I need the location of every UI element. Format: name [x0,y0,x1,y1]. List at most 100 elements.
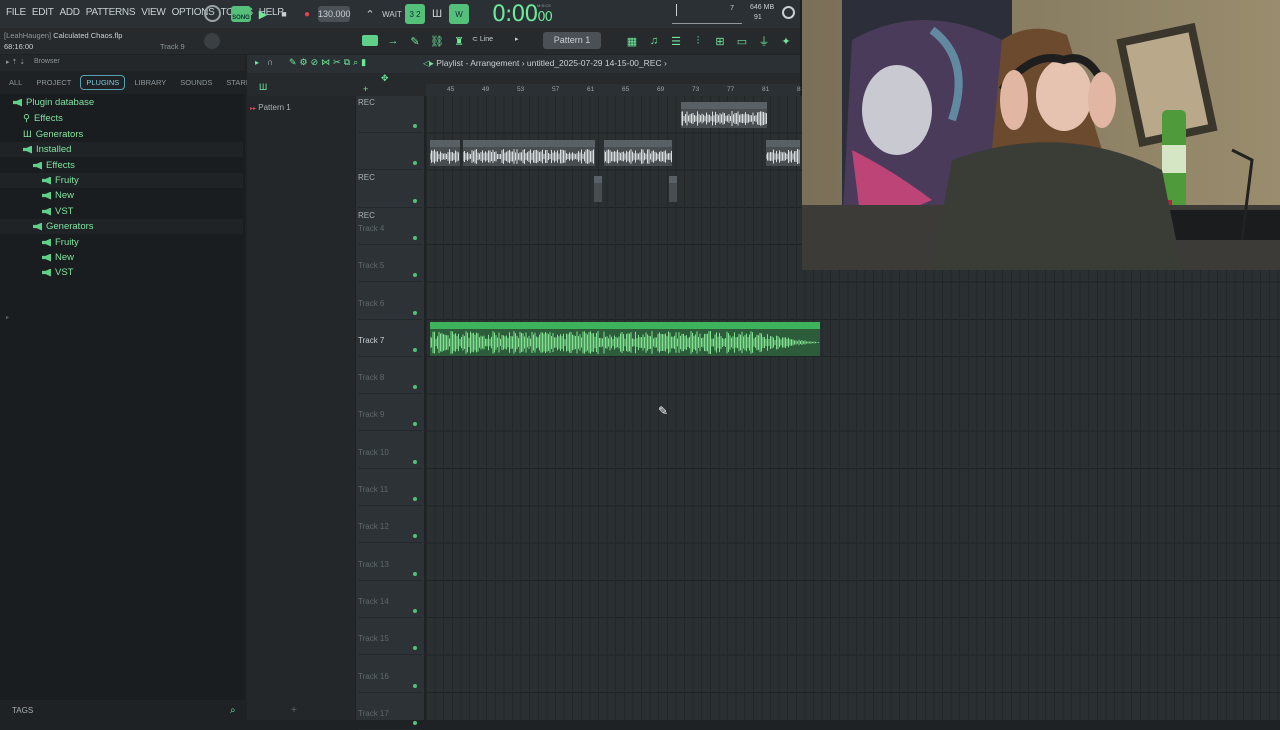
track-header[interactable]: Track 6 [358,283,422,320]
power-icon[interactable] [782,6,795,19]
tab-all[interactable]: ALL [4,76,27,89]
master-volume-knob[interactable] [204,5,221,22]
track-header[interactable]: REC [358,171,422,220]
track-enable-led[interactable] [413,422,417,427]
track-header[interactable]: Track 11 [358,469,422,506]
track-header[interactable]: Track 5 [358,245,422,283]
channel-rack-icon[interactable]: ☰ [666,31,686,51]
track-enable-led[interactable] [413,310,417,315]
pattern-item[interactable]: ▸▸ Pattern 1 [250,103,291,112]
tree-item-effects[interactable]: ⚲ Effects [23,111,63,126]
track-header[interactable]: Track 10 [358,432,422,469]
play-button[interactable]: ▶ [253,4,273,24]
stamp-icon[interactable]: ♜ [449,31,469,51]
tree-item-effects-vst[interactable]: VST [42,204,73,219]
track-enable-led[interactable] [413,198,417,203]
snap-select[interactable]: ⊂ Line ▸ [472,35,519,43]
tree-item-generators-vst[interactable]: VST [42,265,73,280]
track-enable-led[interactable] [413,235,417,240]
track-header[interactable]: Track 9 [358,394,422,432]
track-header[interactable]: Track 4 [358,208,422,245]
tree-icon[interactable]: ⊞ [710,31,730,51]
tree-item-installed-generators[interactable]: Generators [33,219,94,234]
tags-bar[interactable]: TAGS ⌕ [0,702,245,720]
tempo-display[interactable]: 130.000 [318,6,351,22]
track-enable-led[interactable] [413,385,417,390]
plug-icon[interactable]: ⏚ [754,31,774,51]
track-enable-led[interactable] [413,273,417,278]
track-enable-led[interactable] [413,571,417,576]
link-icon[interactable]: ⛓ [427,31,447,51]
track-header[interactable]: Track 15 [358,618,422,656]
pattern-selector[interactable]: Pattern 1 [543,32,601,49]
track-enable-led[interactable] [413,683,417,688]
track-enable-led[interactable] [413,534,417,539]
menu-patterns[interactable]: PATTERNS [86,7,136,18]
metronome-icon[interactable]: ⌃ [360,4,380,24]
clip-fragment[interactable] [669,176,677,202]
record-button[interactable]: ● [297,4,317,24]
help-icon[interactable]: ✦ [776,31,796,51]
picker-toggle-icon[interactable]: Ш [259,82,267,92]
tree-item-effects-new[interactable]: New [42,188,74,203]
track-header[interactable]: Track 12 [358,506,422,544]
menu-add[interactable]: ADD [60,7,81,18]
tree-item-generators-fruity[interactable]: Fruity [42,235,79,250]
add-track-icon[interactable]: + [363,84,368,94]
countdown-icon[interactable]: 3 2 [405,4,425,24]
tree-item-installed-effects[interactable]: Effects [33,158,75,173]
menu-file[interactable]: FILE [6,7,26,18]
magnet-icon[interactable]: ∩ [267,57,273,67]
audio-clip[interactable]: ⊩ untitled...49_REC [604,140,672,166]
tree-item-plugin-database[interactable]: Plugin database [13,95,94,110]
loop-record-icon[interactable]: W [449,4,469,24]
track-enable-led[interactable] [413,608,417,613]
audio-clip[interactable]: ⊩ untitled_2025-07-29 14-01-58_REC [463,140,595,166]
snap-icon[interactable] [362,35,378,46]
search-icon[interactable]: ⌕ [230,705,236,716]
tree-item-installed[interactable]: Installed [23,142,71,157]
audio-clip[interactable]: ⊩ [Free For Profit] Sampled x Ski Mask T… [430,322,820,356]
track-header[interactable]: REC [358,96,422,133]
step-edit-icon[interactable]: Ш [427,4,447,24]
tree-item-generators[interactable]: Ш Generators [23,127,83,142]
tab-plugins[interactable]: PLUGINS [80,74,126,90]
track-enable-led[interactable] [413,459,417,464]
track-enable-led[interactable] [413,124,417,128]
audio-clip[interactable]: ⊩ unt...C [430,140,460,166]
tab-project[interactable]: PROJECT [31,76,76,89]
track-enable-led[interactable] [413,161,417,166]
track-header[interactable]: Track 16 [358,656,422,693]
mixer-icon[interactable]: ⫶ [688,31,708,51]
track-header[interactable]: Track 7 [358,320,422,357]
playlist-icon[interactable]: ▦ [622,31,642,51]
clipboard-icon[interactable]: ▭ [732,31,752,51]
piano-roll-icon[interactable]: ♫ [644,31,664,51]
playlist-tools[interactable]: ✎⚙⊘⋈✂⧉⌕▮ [289,57,369,68]
track-header[interactable]: Track 17 [358,693,422,730]
browser-arrows-icon[interactable]: ▸ ⇡ ⇣ [6,58,25,66]
stop-button[interactable]: ■ [274,4,294,24]
main-pitch-knob[interactable] [204,33,220,49]
brush-icon[interactable]: ✎ [405,31,425,51]
tree-item-generators-new[interactable]: New [42,250,74,265]
track-enable-led[interactable] [413,720,417,725]
zoom-icon[interactable]: ✥ [381,73,389,84]
clip-fragment[interactable] [594,176,602,202]
track-enable-led[interactable] [413,497,417,501]
tab-sounds[interactable]: SOUNDS [175,76,217,89]
song-mode-toggle[interactable]: SONG [231,6,251,22]
track-header[interactable]: REC [358,133,422,182]
wait-input-icon[interactable]: WAIT [382,4,402,24]
track-enable-led[interactable] [413,347,417,352]
arrow-right-icon[interactable]: → [383,31,403,51]
track-header[interactable]: Track 14 [358,581,422,618]
add-pattern-icon[interactable]: + [291,705,297,716]
tab-library[interactable]: LIBRARY [129,76,171,89]
track-enable-led[interactable] [413,646,417,651]
track-header[interactable]: Track 13 [358,544,422,581]
playlist-arrow-icon[interactable]: ▸ [255,58,259,67]
menu-view[interactable]: VIEW [141,7,166,18]
audio-clip[interactable]: ⊩ unti...EC [766,140,800,166]
tree-item-effects-fruity[interactable]: Fruity [42,173,79,188]
